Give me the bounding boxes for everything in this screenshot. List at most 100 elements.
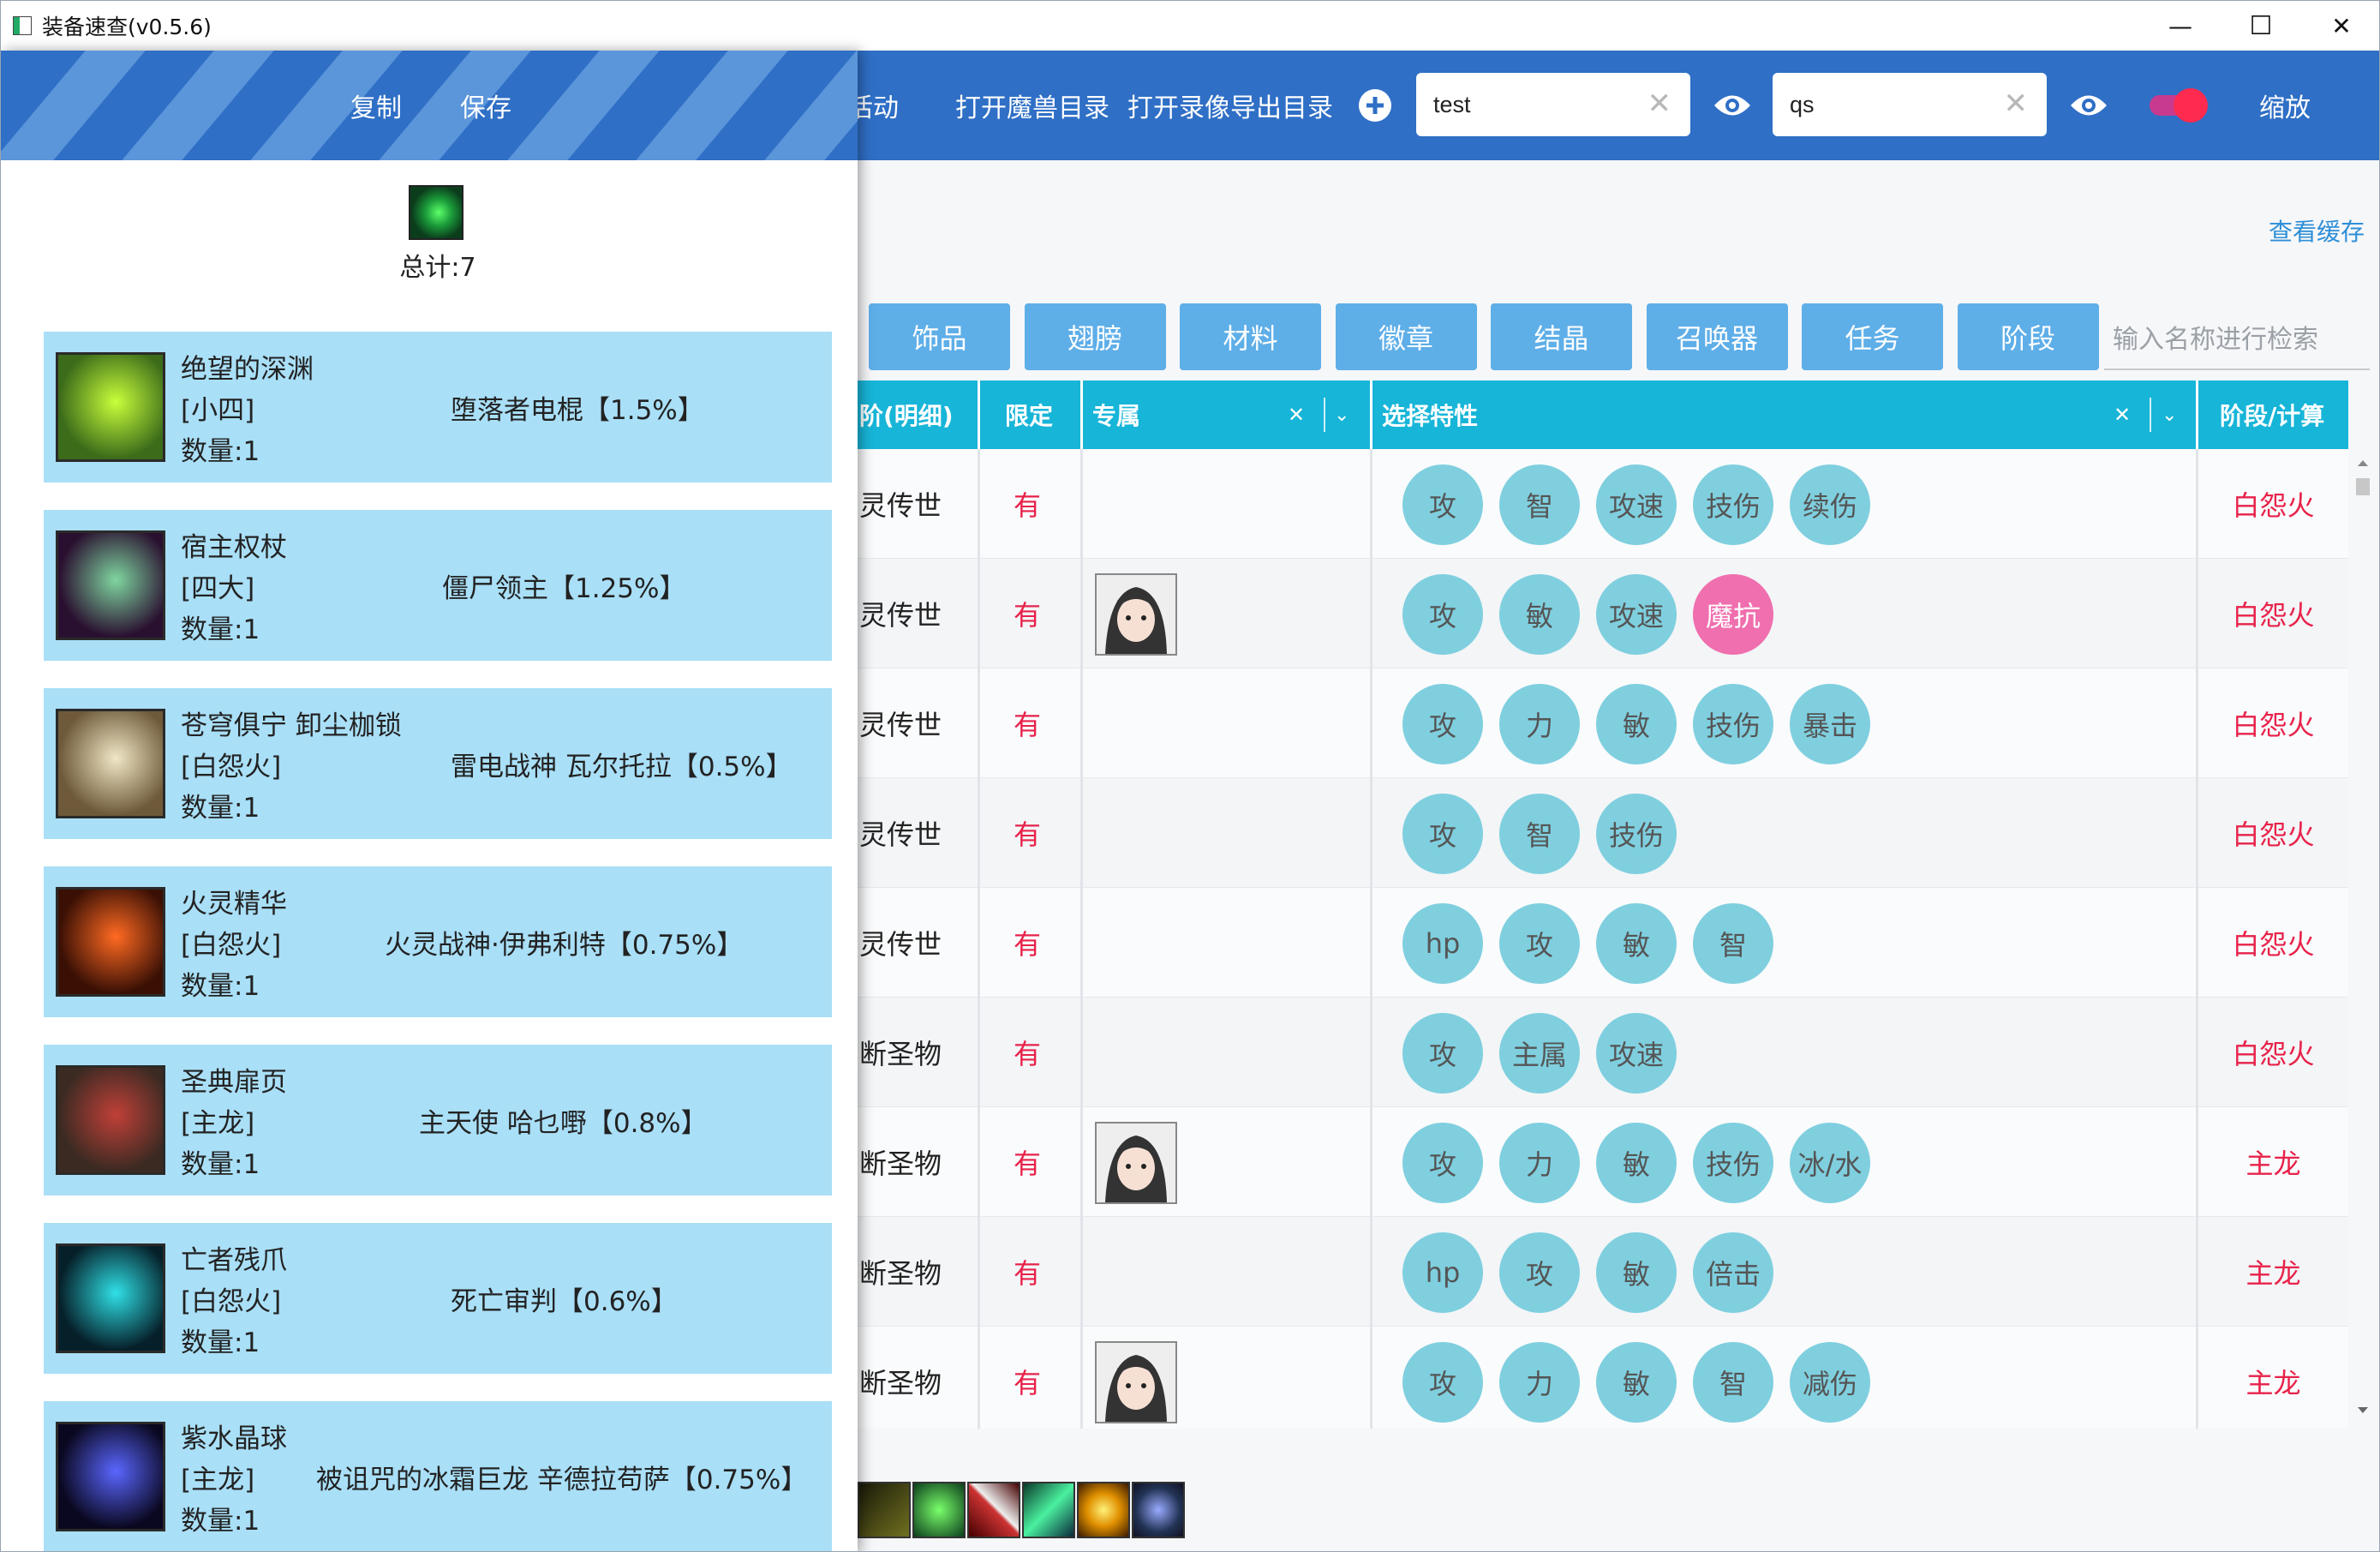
chevron-down-icon[interactable]: ⌄ [2162, 381, 2177, 449]
trait-chip[interactable]: 智 [1693, 1342, 1773, 1423]
trait-chip[interactable]: 敏 [1596, 1342, 1677, 1423]
trait-chip[interactable]: 攻 [1402, 574, 1483, 655]
table-row[interactable]: 断圣物 有 攻力敏技伤 冰/水 主龙 [858, 1107, 2348, 1217]
clear-filter-icon[interactable]: ✕ [1288, 381, 1305, 449]
trait-chip[interactable]: hp [1402, 903, 1483, 984]
trait-chip[interactable]: 攻 [1402, 1013, 1483, 1094]
trait-chip[interactable]: 主属 [1499, 1013, 1580, 1094]
category-tab[interactable]: 翅膀 [1024, 303, 1166, 370]
visibility-toggle-1[interactable] [1713, 51, 1752, 160]
trait-chip[interactable]: 攻 [1402, 684, 1483, 764]
trait-chip[interactable]: 敏 [1499, 574, 1580, 655]
category-tab[interactable]: 材料 [1180, 303, 1321, 370]
table-row[interactable]: 灵传世 有 攻力敏技伤 暴击 白怨火 [858, 668, 2348, 778]
search-input-1[interactable] [1416, 91, 1622, 118]
trait-chip[interactable]: 攻 [1402, 1123, 1483, 1203]
table-row[interactable]: 灵传世 有 攻智攻速 技伤 续伤 白怨火 [858, 449, 2348, 559]
table-row[interactable]: 断圣物 有 hp 攻敏倍击 主龙 [858, 1217, 2348, 1327]
trait-chip[interactable]: 力 [1499, 1342, 1580, 1423]
visibility-toggle-2[interactable] [2069, 51, 2108, 160]
drop-card[interactable]: 绝望的深渊 [小四] 堕落者电棍【1.5%】 数量:1 [44, 332, 832, 482]
trait-chip[interactable]: 倍击 [1693, 1232, 1773, 1313]
table-row[interactable]: 断圣物 有 攻主属 攻速 白怨火 [858, 998, 2348, 1107]
item-icon[interactable] [967, 1482, 1020, 1538]
drop-card[interactable]: 宿主权杖 [四大] 僵尸领主【1.25%】 数量:1 [44, 510, 832, 661]
chevron-down-icon[interactable]: ⌄ [1334, 381, 1349, 449]
trait-chip[interactable]: 敏 [1596, 684, 1677, 764]
open-warcraft-dir-button[interactable]: 打开魔兽目录 [955, 51, 1109, 160]
item-icon[interactable] [1077, 1482, 1130, 1538]
clear-filter-icon[interactable]: ✕ [2114, 381, 2131, 449]
activity-button[interactable]: 活动 [856, 51, 899, 160]
category-tab[interactable]: 饰品 [869, 303, 1010, 370]
trait-chip[interactable]: 续伤 [1790, 464, 1870, 545]
trait-chip[interactable]: 减伤 [1790, 1342, 1870, 1423]
search-input-2[interactable] [1773, 91, 1978, 118]
trait-chip[interactable]: 智 [1693, 903, 1773, 984]
trait-chip[interactable]: 敏 [1596, 1123, 1677, 1203]
trait-chip[interactable]: 攻 [1402, 1342, 1483, 1423]
header-traits[interactable]: 选择特性 [1382, 381, 1478, 449]
copy-button[interactable]: 复制 [350, 51, 402, 160]
clear-icon[interactable]: ✕ [2004, 87, 2029, 121]
exclusive-avatar[interactable] [1095, 1341, 1177, 1423]
vertical-scrollbar[interactable] [2350, 449, 2376, 1429]
clear-icon[interactable]: ✕ [1647, 87, 1672, 121]
minimize-button[interactable]: — [2139, 1, 2222, 51]
drop-card[interactable]: 火灵精华 [白怨火] 火灵战神·伊弗利特【0.75%】 数量:1 [44, 866, 832, 1017]
trait-chip[interactable]: 技伤 [1693, 1123, 1773, 1203]
item-icon[interactable] [912, 1482, 966, 1538]
toggle-switch[interactable] [2146, 51, 2211, 160]
header-stage-calc[interactable]: 阶段/计算 [2220, 381, 2324, 449]
trait-chip[interactable]: 力 [1499, 1123, 1580, 1203]
category-tab[interactable]: 徽章 [1335, 303, 1477, 370]
drop-card[interactable]: 亡者残爪 [白怨火] 死亡审判【0.6%】 数量:1 [44, 1223, 832, 1374]
item-icon[interactable] [1022, 1482, 1075, 1538]
header-stage-detail[interactable]: 阶(明细) [859, 381, 954, 449]
trait-chip[interactable]: 技伤 [1693, 684, 1773, 764]
trait-chip[interactable]: 攻速 [1596, 464, 1677, 545]
name-search-input[interactable]: 输入名称进行检索 [2104, 305, 2370, 370]
category-tab[interactable]: 阶段 [1957, 303, 2099, 370]
view-cache-link[interactable]: 查看缓存 [2269, 213, 2365, 248]
table-row[interactable]: 断圣物 有 攻力敏智减伤 主龙 [858, 1327, 2348, 1429]
trait-chip[interactable]: 技伤 [1693, 464, 1773, 545]
exclusive-avatar[interactable] [1095, 1122, 1177, 1204]
zoom-button[interactable]: 缩放 [2259, 51, 2311, 160]
trait-chip[interactable]: 攻速 [1596, 574, 1677, 655]
category-tab[interactable]: 召唤器 [1646, 303, 1788, 370]
trait-chip[interactable]: hp [1402, 1232, 1483, 1313]
trait-chip[interactable]: 力 [1499, 684, 1580, 764]
table-row[interactable]: 灵传世 有 攻敏攻速 魔抗 白怨火 [858, 559, 2348, 668]
maximize-button[interactable]: ☐ [2220, 1, 2302, 51]
trait-chip[interactable]: 敏 [1596, 903, 1677, 984]
drop-card[interactable]: 圣典扉页 [主龙] 主天使 哈乜嘢【0.8%】 数量:1 [44, 1045, 832, 1195]
table-row[interactable]: 灵传世 有 攻智技伤 白怨火 [858, 778, 2348, 888]
trait-chip[interactable]: 攻 [1402, 464, 1483, 545]
add-button[interactable] [1358, 51, 1392, 160]
trait-chip[interactable]: 敏 [1596, 1232, 1677, 1313]
drop-card[interactable]: 苍穹俱宁 卸尘枷锁 [白怨火] 雷电战神 瓦尔托拉【0.5%】 数量:1 [44, 688, 832, 839]
trait-chip[interactable]: 暴击 [1790, 684, 1870, 764]
category-tab[interactable]: 任务 [1802, 303, 1943, 370]
item-icon[interactable] [858, 1482, 911, 1538]
save-button[interactable]: 保存 [460, 51, 511, 160]
item-icon[interactable] [1132, 1482, 1185, 1538]
trait-chip[interactable]: 攻 [1402, 794, 1483, 874]
table-row[interactable]: 灵传世 有 hp 攻敏智 白怨火 [858, 888, 2348, 998]
exclusive-avatar[interactable] [1095, 573, 1177, 656]
drop-card[interactable]: 紫水晶球 [主龙] 被诅咒的冰霜巨龙 辛德拉苟萨【0.75%】 数量:1 [44, 1401, 832, 1551]
trait-chip[interactable]: 智 [1499, 794, 1580, 874]
header-exclusive[interactable]: 专属 [1092, 381, 1140, 449]
trait-chip[interactable]: 攻 [1499, 1232, 1580, 1313]
trait-chip[interactable]: 冰/水 [1790, 1123, 1870, 1203]
header-limited[interactable]: 限定 [1005, 381, 1053, 449]
trait-chip[interactable]: 攻速 [1596, 1013, 1677, 1094]
open-replay-export-dir-button[interactable]: 打开录像导出目录 [1127, 51, 1333, 160]
trait-chip[interactable]: 技伤 [1596, 794, 1677, 874]
category-tab[interactable]: 结晶 [1491, 303, 1632, 370]
close-button[interactable]: ✕ [2300, 1, 2379, 51]
trait-chip[interactable]: 智 [1499, 464, 1580, 545]
trait-chip[interactable]: 魔抗 [1693, 574, 1773, 655]
trait-chip[interactable]: 攻 [1499, 903, 1580, 984]
